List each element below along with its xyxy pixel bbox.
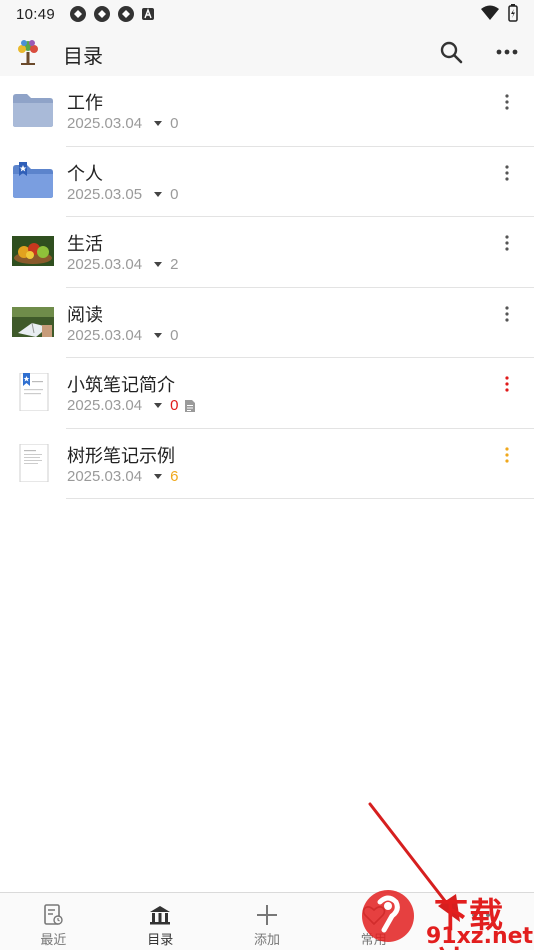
item-count: 0 [170,185,179,203]
list-item[interactable]: 生活 2025.03.04 2 [0,217,534,288]
item-date: 2025.03.04 [67,467,143,485]
status-notification-icons [69,5,155,23]
item-title: 生活 [67,234,103,254]
item-meta: 2025.03.04 6 [67,468,178,485]
list-item[interactable]: 阅读 2025.03.04 0 [0,288,534,358]
nav-item-recent[interactable]: 最近 [0,893,107,950]
item-title: 树形笔记示例 [67,445,175,466]
item-count: 2 [170,256,179,273]
item-count: 6 [170,467,179,485]
app-notification-icon [142,8,155,20]
wifi-icon [481,5,499,20]
item-menu-icon[interactable] [498,446,516,464]
nav-label: 最近 [40,932,67,947]
fruit-photo-icon [12,236,54,266]
search-icon[interactable] [438,39,464,65]
item-title: 小筑笔记简介 [67,375,175,395]
folder-icon [13,94,53,127]
document-icon [185,399,196,412]
caret-down-icon[interactable] [154,262,163,267]
app-bar: 目录 [0,28,534,76]
note-page-icon [19,443,49,482]
item-title: 个人 [67,163,103,184]
directory-list: 工作 2025.03.04 0 个人 2025.03.05 0 生活 2025.… [0,76,534,499]
item-title: 阅读 [67,304,103,325]
reading-photo-icon [12,306,54,337]
item-date: 2025.03.04 [67,326,143,344]
nav-label: 目录 [147,932,174,947]
sync-icon [70,6,87,22]
status-bar: 10:49 [0,0,534,28]
list-item[interactable]: 工作 2025.03.04 0 [0,76,534,147]
tree-logo-icon [18,40,38,65]
item-menu-icon[interactable] [498,305,516,323]
list-item[interactable]: 树形笔记示例 2025.03.04 6 [0,429,534,499]
list-item[interactable]: 个人 2025.03.05 0 [0,147,534,217]
item-menu-icon[interactable] [498,375,516,393]
nav-item-directory[interactable]: 目录 [107,893,214,950]
item-meta: 2025.03.04 0 [67,115,178,132]
item-count: 0 [170,397,179,414]
nav-item-add[interactable]: 添加 [214,893,321,950]
recent-note-icon [44,904,64,925]
status-system-icons [480,4,518,22]
item-menu-icon[interactable] [498,93,516,111]
item-title: 工作 [67,93,103,113]
item-date: 2025.03.04 [67,115,143,132]
caret-down-icon[interactable] [154,121,163,126]
item-meta: 2025.03.04 0 [67,327,178,344]
status-time: 10:49 [16,5,56,23]
item-meta: 2025.03.04 0 [67,397,196,414]
caret-down-icon[interactable] [154,403,163,408]
nav-label: 添加 [253,932,280,947]
item-menu-icon[interactable] [498,164,516,182]
caret-down-icon[interactable] [154,473,163,479]
list-item[interactable]: 小筑笔记简介 2025.03.04 0 [0,358,534,429]
sync-icon [118,6,135,22]
item-date: 2025.03.04 [67,397,143,414]
item-count: 0 [170,115,179,132]
item-menu-icon[interactable] [498,234,516,252]
caret-down-icon[interactable] [154,191,163,197]
item-meta: 2025.03.05 0 [67,186,178,203]
watermark-url: 91xz.net [426,924,534,949]
battery-icon [508,4,518,22]
sync-icon [94,6,111,22]
item-date: 2025.03.05 [67,185,143,203]
bookmark-note-icon [19,373,49,411]
caret-down-icon[interactable] [154,332,163,338]
page-title: 目录 [63,46,103,68]
item-meta: 2025.03.04 2 [67,256,178,273]
bookmark-folder-icon [13,161,53,198]
item-count: 0 [170,326,179,344]
library-icon [150,906,171,925]
divider [66,498,534,499]
more-options-icon[interactable] [494,39,520,65]
plus-icon [256,905,277,925]
item-date: 2025.03.04 [67,256,143,273]
